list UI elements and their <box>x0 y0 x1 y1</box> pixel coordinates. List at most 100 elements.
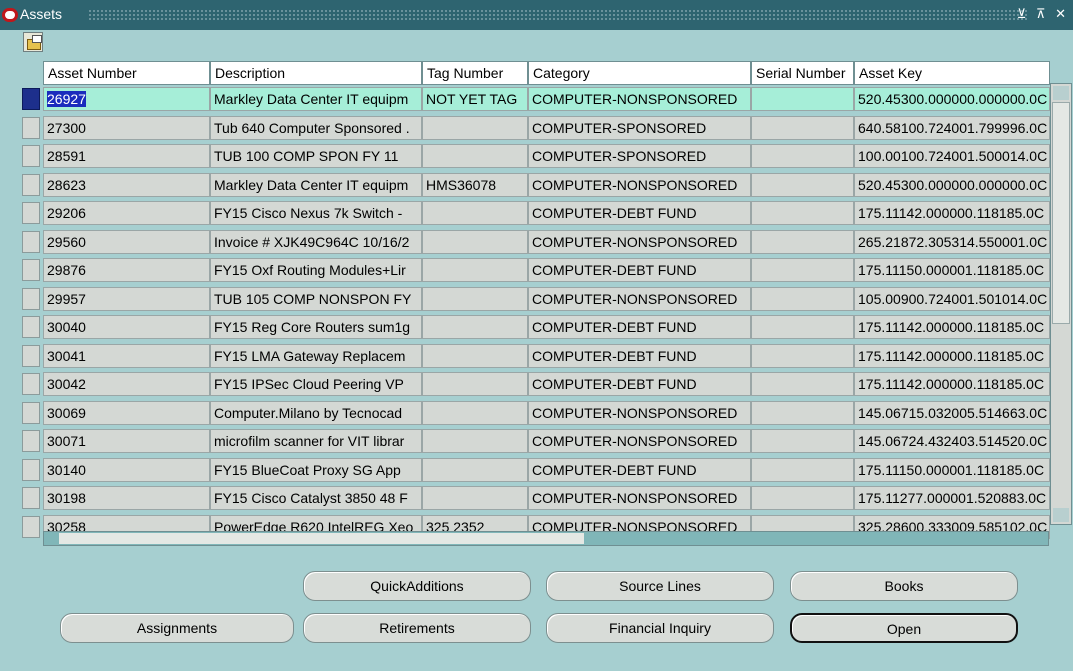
cell-tag-number[interactable]: NOT YET TAG <box>422 87 528 111</box>
cell-description[interactable]: Tub 640 Computer Sponsored . <box>210 115 422 140</box>
cell-serial-number[interactable] <box>751 457 854 482</box>
cell-category[interactable]: COMPUTER-DEBT FUND <box>528 315 751 339</box>
cell-category[interactable]: COMPUTER-SPONSORED <box>528 115 751 140</box>
cell-asset-key[interactable]: 175.11277.000001.520883.0C <box>854 486 1050 510</box>
cell-asset-key[interactable]: 105.00900.724001.501014.0C <box>854 286 1050 311</box>
cell-description[interactable]: Markley Data Center IT equipm <box>210 87 422 111</box>
cell-tag-number[interactable] <box>422 429 528 453</box>
row-selector[interactable] <box>22 116 40 139</box>
cell-tag-number[interactable] <box>422 457 528 482</box>
cell-asset-key[interactable]: 100.00100.724001.500014.0C <box>854 144 1050 168</box>
cell-description[interactable]: FY15 Reg Core Routers sum1g <box>210 315 422 339</box>
cell-description[interactable]: FY15 Cisco Catalyst 3850 48 F <box>210 486 422 510</box>
cell-tag-number[interactable] <box>422 115 528 140</box>
cell-asset-key[interactable]: 175.11142.000000.118185.0C <box>854 315 1050 339</box>
column-header-asset-number[interactable]: Asset Number <box>43 61 210 85</box>
row-selector[interactable] <box>22 487 40 509</box>
cell-asset-number[interactable]: 30041 <box>43 343 210 368</box>
row-selector[interactable] <box>22 145 40 167</box>
cell-category[interactable]: COMPUTER-NONSPONSORED <box>528 87 751 111</box>
cell-description[interactable]: FY15 LMA Gateway Replacem <box>210 343 422 368</box>
open-folder-icon[interactable] <box>23 32 43 52</box>
books-button[interactable]: Books <box>790 571 1018 601</box>
cell-serial-number[interactable] <box>751 315 854 339</box>
cell-serial-number[interactable] <box>751 172 854 197</box>
cell-description[interactable]: Markley Data Center IT equipm <box>210 172 422 197</box>
cell-asset-number[interactable]: 27300 <box>43 115 210 140</box>
cell-tag-number[interactable] <box>422 343 528 368</box>
cell-tag-number[interactable] <box>422 258 528 282</box>
cell-category[interactable]: COMPUTER-NONSPONSORED <box>528 229 751 254</box>
cell-asset-number[interactable]: 28623 <box>43 172 210 197</box>
row-selector[interactable] <box>22 259 40 281</box>
cell-category[interactable]: COMPUTER-SPONSORED <box>528 144 751 168</box>
column-header-description[interactable]: Description <box>210 61 422 85</box>
row-selector[interactable] <box>22 515 40 538</box>
cell-category[interactable]: COMPUTER-NONSPONSORED <box>528 429 751 453</box>
cell-description[interactable]: Computer.Milano by Tecnocad <box>210 400 422 425</box>
cell-category[interactable]: COMPUTER-DEBT FUND <box>528 258 751 282</box>
cell-tag-number[interactable] <box>422 372 528 396</box>
cell-tag-number[interactable] <box>422 229 528 254</box>
cell-asset-key[interactable]: 175.11150.000001.118185.0C <box>854 258 1050 282</box>
row-selector[interactable] <box>22 287 40 310</box>
scroll-down-arrow-icon[interactable] <box>1053 508 1069 522</box>
cell-description[interactable]: FY15 Oxf Routing Modules+Lir <box>210 258 422 282</box>
cell-description[interactable]: Invoice # XJK49C964C 10/16/2 <box>210 229 422 254</box>
cell-serial-number[interactable] <box>751 486 854 510</box>
row-selector[interactable] <box>22 316 40 338</box>
cell-description[interactable]: FY15 Cisco Nexus 7k Switch - <box>210 201 422 225</box>
cell-description[interactable]: FY15 IPSec Cloud Peering VP <box>210 372 422 396</box>
cell-asset-number[interactable]: 29206 <box>43 201 210 225</box>
window-controls[interactable]: ⊻ ⊼ ✕ <box>1017 6 1069 22</box>
scroll-up-arrow-icon[interactable] <box>1053 86 1069 100</box>
cell-asset-key[interactable]: 175.11150.000001.118185.0C <box>854 457 1050 482</box>
quick-additions-button[interactable]: QuickAdditions <box>303 571 531 601</box>
financial-inquiry-button[interactable]: Financial Inquiry <box>546 613 774 643</box>
cell-asset-key[interactable]: 640.58100.724001.799996.0C <box>854 115 1050 140</box>
cell-asset-key[interactable]: 520.45300.000000.000000.0C <box>854 172 1050 197</box>
row-selector[interactable] <box>22 401 40 424</box>
column-header-tag-number[interactable]: Tag Number <box>422 61 528 85</box>
cell-tag-number[interactable] <box>422 286 528 311</box>
cell-serial-number[interactable] <box>751 372 854 396</box>
cell-tag-number[interactable] <box>422 201 528 225</box>
cell-tag-number[interactable] <box>422 144 528 168</box>
column-header-category[interactable]: Category <box>528 61 751 85</box>
cell-category[interactable]: COMPUTER-DEBT FUND <box>528 457 751 482</box>
row-selector[interactable] <box>22 173 40 196</box>
retirements-button[interactable]: Retirements <box>303 613 531 643</box>
row-selector[interactable] <box>22 230 40 253</box>
column-header-asset-key[interactable]: Asset Key <box>854 61 1050 85</box>
cell-asset-number[interactable]: 29560 <box>43 229 210 254</box>
cell-serial-number[interactable] <box>751 87 854 111</box>
row-selector[interactable] <box>22 430 40 452</box>
cell-asset-key[interactable]: 145.06715.032005.514663.0C <box>854 400 1050 425</box>
cell-description[interactable]: microfilm scanner for VIT librar <box>210 429 422 453</box>
cell-asset-number[interactable]: 30042 <box>43 372 210 396</box>
cell-asset-key[interactable]: 175.11142.000000.118185.0C <box>854 343 1050 368</box>
cell-asset-number[interactable]: 30198 <box>43 486 210 510</box>
cell-category[interactable]: COMPUTER-DEBT FUND <box>528 201 751 225</box>
row-selector[interactable] <box>22 344 40 367</box>
cell-category[interactable]: COMPUTER-DEBT FUND <box>528 343 751 368</box>
cell-serial-number[interactable] <box>751 429 854 453</box>
cell-serial-number[interactable] <box>751 229 854 254</box>
vertical-scrollbar[interactable] <box>1050 83 1072 525</box>
cell-category[interactable]: COMPUTER-NONSPONSORED <box>528 400 751 425</box>
cell-description[interactable]: TUB 105 COMP NONSPON FY <box>210 286 422 311</box>
open-button[interactable]: Open <box>790 613 1018 643</box>
horizontal-scroll-thumb[interactable] <box>59 533 584 544</box>
row-selector[interactable] <box>22 202 40 224</box>
cell-category[interactable]: COMPUTER-NONSPONSORED <box>528 172 751 197</box>
cell-serial-number[interactable] <box>751 258 854 282</box>
cell-tag-number[interactable] <box>422 315 528 339</box>
cell-asset-key[interactable]: 175.11142.000000.118185.0C <box>854 201 1050 225</box>
row-selector[interactable] <box>22 458 40 481</box>
cell-tag-number[interactable] <box>422 486 528 510</box>
cell-serial-number[interactable] <box>751 115 854 140</box>
cell-category[interactable]: COMPUTER-NONSPONSORED <box>528 486 751 510</box>
cell-asset-number[interactable]: 26927 <box>43 87 210 111</box>
cell-serial-number[interactable] <box>751 286 854 311</box>
cell-asset-key[interactable]: 175.11142.000000.118185.0C <box>854 372 1050 396</box>
